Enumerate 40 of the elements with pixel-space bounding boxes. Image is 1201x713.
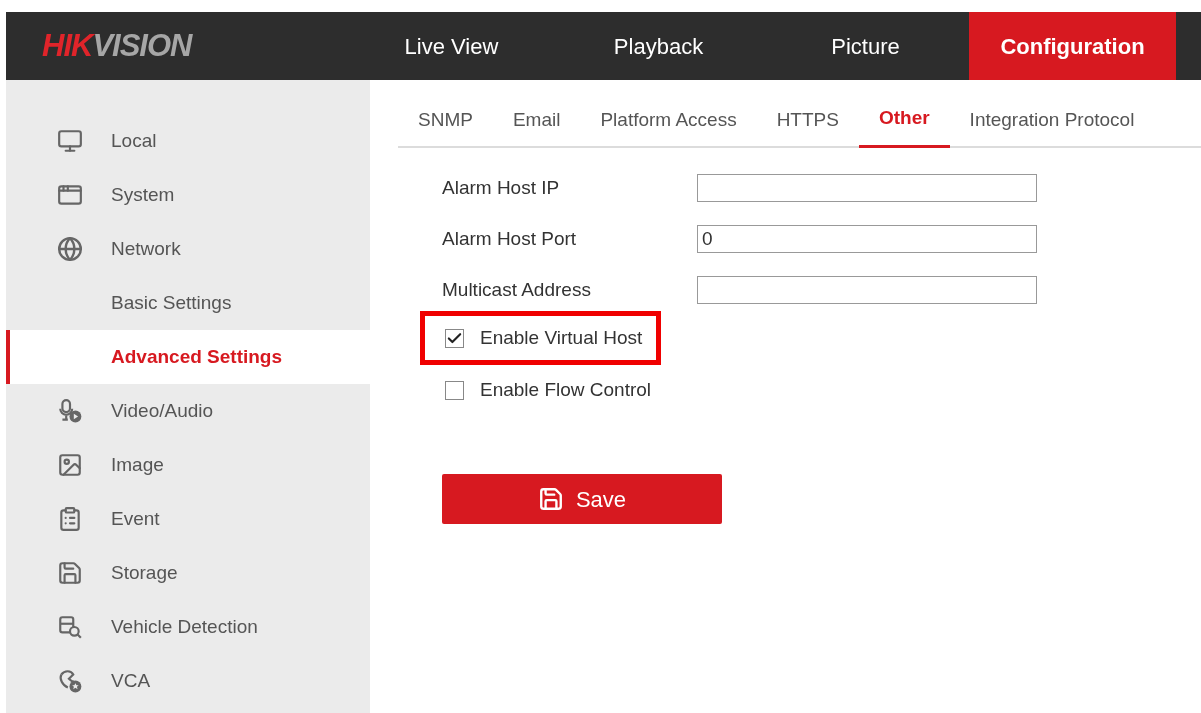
tab[interactable]: SNMP [398, 104, 493, 148]
save-button[interactable]: Save [442, 474, 722, 524]
sidebar-item[interactable]: Advanced Settings [6, 330, 370, 384]
sidebar-item[interactable]: Network [6, 222, 370, 276]
sidebar-item[interactable]: VCA [6, 654, 370, 708]
sidebar-item[interactable]: Local [6, 114, 370, 168]
nav-tab[interactable]: Configuration [969, 12, 1176, 80]
tab[interactable]: HTTPS [756, 104, 859, 148]
window-icon [57, 182, 83, 208]
globe-icon [57, 236, 83, 262]
sidebar-item[interactable]: Vehicle Detection [6, 600, 370, 654]
checkbox-label: Enable Flow Control [480, 377, 652, 402]
nav-tab[interactable]: Live View [348, 12, 555, 80]
checkbox-label: Enable Virtual Host [480, 325, 643, 350]
input-field[interactable] [697, 174, 1037, 202]
microphone-icon [57, 398, 83, 424]
tab[interactable]: Integration Protocol [949, 104, 1155, 148]
sidebar-item[interactable]: Video/Audio [6, 384, 370, 438]
input-field[interactable] [697, 276, 1037, 304]
monitor-icon [57, 128, 83, 154]
nav-tab[interactable]: Picture [762, 12, 969, 80]
clipboard-icon [57, 506, 83, 532]
field-label: Alarm Host Port [442, 226, 578, 251]
field-label: Multicast Address [442, 277, 592, 302]
vehicle-search-icon [57, 614, 83, 640]
image-icon [57, 452, 83, 478]
tab[interactable]: Email [492, 104, 581, 148]
checkbox[interactable] [445, 328, 464, 348]
sidebar-item[interactable]: Basic Settings [6, 276, 370, 330]
input-field[interactable]: 0 [697, 225, 1037, 253]
tab[interactable]: Other [858, 104, 950, 148]
tab[interactable]: Platform Access [580, 104, 757, 148]
logo: HIKVISION [41, 26, 194, 65]
nav-tab[interactable]: Playback [555, 12, 762, 80]
sidebar-item[interactable]: Storage [6, 546, 370, 600]
sidebar-item[interactable]: System [6, 168, 370, 222]
checkbox[interactable] [445, 380, 464, 400]
sidebar-item[interactable]: Image [6, 438, 370, 492]
field-label: Alarm Host IP [442, 175, 561, 200]
sidebar-item[interactable]: Event [6, 492, 370, 546]
